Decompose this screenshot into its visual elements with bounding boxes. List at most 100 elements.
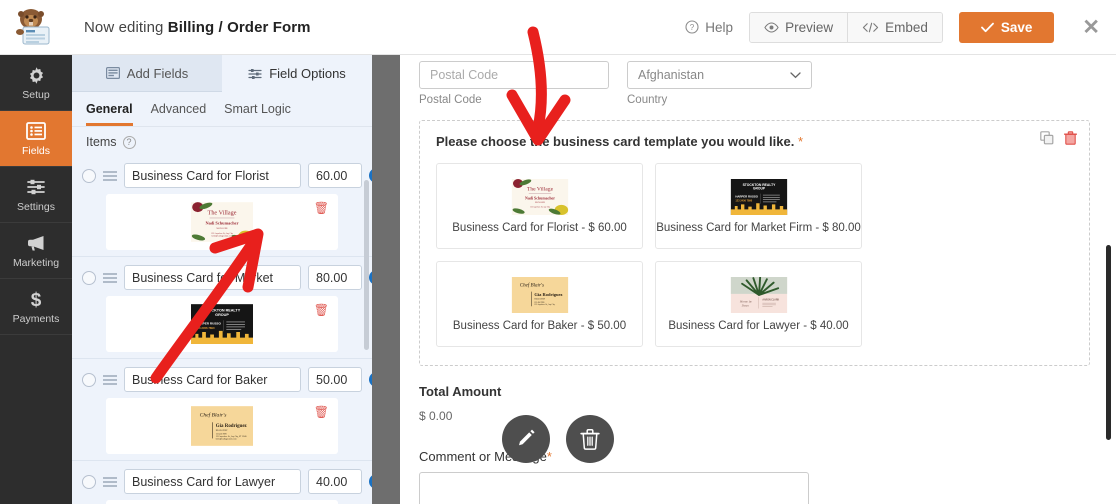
trash-icon[interactable] [1063, 131, 1078, 148]
save-button[interactable]: Save [958, 11, 1055, 43]
item-image-preview: The Village Nadi Schumacher MANAGER 123 … [106, 194, 338, 250]
panel-subtabs: General Advanced Smart Logic [72, 92, 372, 127]
item-price-input[interactable] [308, 469, 362, 494]
image-choice-lawyer[interactable]: Home by Dean AARON CLARK Business Card f… [655, 261, 862, 347]
svg-text:123 Anywhere St, Any City: 123 Anywhere St, Any City [211, 232, 233, 235]
subtab-smart-logic[interactable]: Smart Logic [224, 102, 291, 126]
svg-text:HEAD CHEF: HEAD CHEF [534, 297, 545, 300]
svg-text:Chef Blair's: Chef Blair's [200, 412, 227, 419]
svg-text:$: $ [31, 290, 42, 309]
item-price-input[interactable] [308, 163, 362, 188]
tab-add-fields[interactable]: Add Fields [72, 55, 222, 92]
svg-text:MANAGER: MANAGER [217, 227, 228, 230]
code-icon [862, 22, 879, 32]
remove-item-image-icon[interactable]: 🗑 [314, 303, 329, 317]
address-row: Postal Code Postal Code Afghanistan Coun… [419, 61, 1090, 106]
dollar-icon: $ [28, 289, 44, 310]
embed-button[interactable]: Embed [847, 12, 942, 42]
drag-handle-icon[interactable] [103, 476, 117, 487]
items-help-icon[interactable]: ? [122, 135, 136, 149]
preview-scrollbar[interactable] [1106, 245, 1111, 440]
drag-handle-icon[interactable] [103, 170, 117, 181]
help-label: Help [705, 19, 734, 35]
image-choice-field-block[interactable]: Please choose the business card template… [419, 120, 1090, 366]
edit-field-button[interactable] [502, 415, 550, 463]
svg-text:hello@reallygreatsite.com: hello@reallygreatsite.com [216, 438, 237, 441]
list-item: + − Chef Blair's Gia Rodriguez HEAD CHEF… [72, 359, 372, 461]
sidebar-item-fields[interactable]: Fields [0, 111, 72, 167]
lawyer-card-image: Home by Dean AARON CLARK [730, 276, 788, 313]
image-choice-market-firm[interactable]: STOCKTON REALTY GROUP HARPER RUSSO 123 2… [655, 163, 862, 249]
country-sublabel: Country [627, 94, 668, 106]
close-builder-button[interactable]: ✕ [1076, 17, 1106, 38]
tab-field-options[interactable]: Field Options [222, 55, 372, 92]
market-firm-card-image: STOCKTON REALTY GROUP HARPER RUSSO 123 2… [730, 178, 788, 215]
svg-text:HARPER RUSSO: HARPER RUSSO [196, 322, 222, 326]
field-options-panel: Add Fields Field Options General Advance… [72, 55, 372, 504]
country-select[interactable]: Afghanistan [627, 61, 812, 89]
panel-divider [372, 55, 400, 504]
image-choice-baker[interactable]: Chef Blair's Gia Rodriguez HEAD CHEF 123… [436, 261, 643, 347]
svg-text:hello@reallygreatsite.com: hello@reallygreatsite.com [212, 234, 233, 237]
image-choice-florist[interactable]: The Village Nadi Schumacher MANAGER 123 … [436, 163, 643, 249]
drag-handle-icon[interactable] [103, 272, 117, 283]
duplicate-icon[interactable] [1040, 131, 1054, 148]
total-amount-label: Total Amount [419, 384, 502, 399]
country-field: Afghanistan Country [627, 61, 812, 106]
wpforms-logo [0, 0, 72, 55]
subtab-advanced[interactable]: Advanced [151, 102, 207, 126]
top-toolbar: Now editing Billing / Order Form ? Help … [0, 0, 1116, 55]
items-section-header: Items ? [72, 127, 372, 153]
item-label-input[interactable] [124, 163, 301, 188]
svg-text:123 2456 7890: 123 2456 7890 [196, 326, 215, 330]
check-icon [980, 22, 994, 32]
delete-field-button[interactable] [566, 415, 614, 463]
sidebar-item-setup[interactable]: Setup [0, 55, 72, 111]
item-default-radio[interactable] [82, 372, 96, 387]
postal-code-input[interactable]: Postal Code [419, 61, 609, 89]
svg-text:123 456 7890: 123 456 7890 [216, 434, 227, 436]
help-button[interactable]: ? Help [669, 20, 749, 35]
item-label-input[interactable] [124, 265, 301, 290]
florist-card-image: The Village Nadi Schumacher MANAGER 123 … [511, 178, 569, 215]
drag-handle-icon[interactable] [103, 374, 117, 385]
item-price-input[interactable] [308, 265, 362, 290]
tab-field-options-label: Field Options [269, 66, 346, 81]
item-default-radio[interactable] [82, 474, 96, 489]
field-block-actions [1040, 131, 1078, 148]
preview-label: Preview [785, 19, 834, 35]
subtab-general[interactable]: General [86, 102, 133, 126]
svg-text:Chef Blair's: Chef Blair's [519, 281, 543, 288]
remove-item-image-icon[interactable]: 🗑 [314, 201, 329, 215]
preview-button[interactable]: Preview [750, 12, 848, 42]
save-label: Save [1000, 19, 1033, 35]
sidebar-label-setup: Setup [22, 88, 50, 101]
baker-card-thumbnail: Chef Blair's Gia Rodriguez HEAD CHEF 123… [191, 406, 253, 446]
field-label: Please choose the business card template… [436, 134, 1073, 149]
panel-scrollbar[interactable] [364, 180, 369, 350]
tab-add-fields-label: Add Fields [126, 65, 189, 81]
item-default-radio[interactable] [82, 168, 96, 183]
svg-text:GROUP: GROUP [215, 313, 229, 317]
svg-text:Gia Rodriguez: Gia Rodriguez [534, 292, 562, 297]
sidebar-item-payments[interactable]: $ Payments [0, 279, 72, 335]
postal-code-sublabel: Postal Code [419, 94, 482, 106]
svg-text:?: ? [690, 23, 695, 32]
comment-textarea[interactable] [419, 472, 809, 504]
sidebar-item-settings[interactable]: Settings [0, 167, 72, 223]
item-default-radio[interactable] [82, 270, 96, 285]
remove-item-image-icon[interactable]: 🗑 [314, 405, 329, 419]
field-label-text: Please choose the business card template… [436, 134, 795, 149]
item-label-input[interactable] [124, 469, 301, 494]
megaphone-icon [26, 233, 47, 254]
embed-label: Embed [885, 19, 928, 35]
item-price-input[interactable] [308, 367, 362, 392]
gear-icon [27, 65, 46, 86]
sidebar-item-marketing[interactable]: Marketing [0, 223, 72, 279]
builder-nav-rail: Setup Fields Settings Marketing $ Paymen… [0, 55, 72, 504]
sidebar-label-payments: Payments [12, 312, 60, 325]
svg-text:Nadi Schumacher: Nadi Schumacher [205, 220, 238, 225]
item-label-input[interactable] [124, 367, 301, 392]
form-preview-area: Postal Code Postal Code Afghanistan Coun… [400, 55, 1116, 504]
choice-caption: Business Card for Florist - $ 60.00 [452, 221, 627, 234]
